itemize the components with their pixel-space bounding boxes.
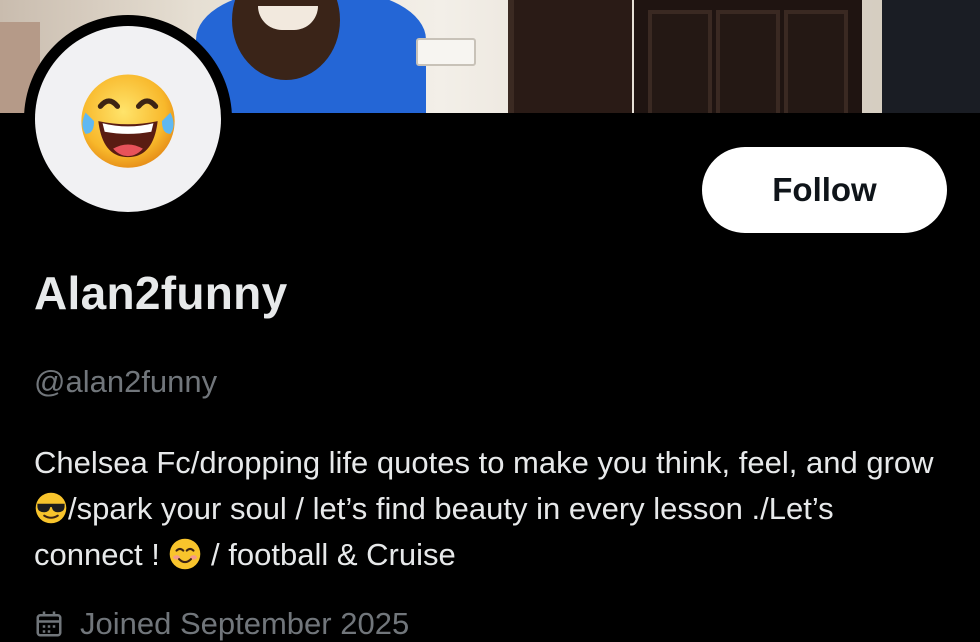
display-name: Alan2funny bbox=[34, 267, 288, 319]
sunglasses-emoji-icon bbox=[35, 492, 67, 524]
user-handle: @alan2funny bbox=[34, 364, 218, 399]
bio-text: / football & Cruise bbox=[202, 537, 456, 572]
follow-button[interactable]: Follow bbox=[702, 147, 947, 233]
avatar[interactable] bbox=[35, 26, 221, 212]
door-panel bbox=[648, 10, 712, 113]
door-panel bbox=[716, 10, 780, 113]
joined-date: Joined September 2025 bbox=[34, 606, 409, 642]
smiling-face-emoji-icon bbox=[170, 538, 201, 570]
profile-bio: Chelsea Fc/dropping life quotes to make … bbox=[34, 440, 934, 578]
banner-wall-socket bbox=[416, 38, 476, 66]
calendar-icon bbox=[36, 611, 62, 637]
door-panel bbox=[784, 10, 848, 113]
bio-text: Chelsea Fc/dropping life quotes to make … bbox=[34, 445, 934, 480]
banner-wooden-door bbox=[634, 0, 862, 113]
tears-of-joy-emoji-icon bbox=[81, 74, 175, 168]
joined-text: Joined September 2025 bbox=[80, 606, 410, 641]
banner-curtain bbox=[882, 0, 980, 113]
banner-door bbox=[508, 0, 632, 113]
